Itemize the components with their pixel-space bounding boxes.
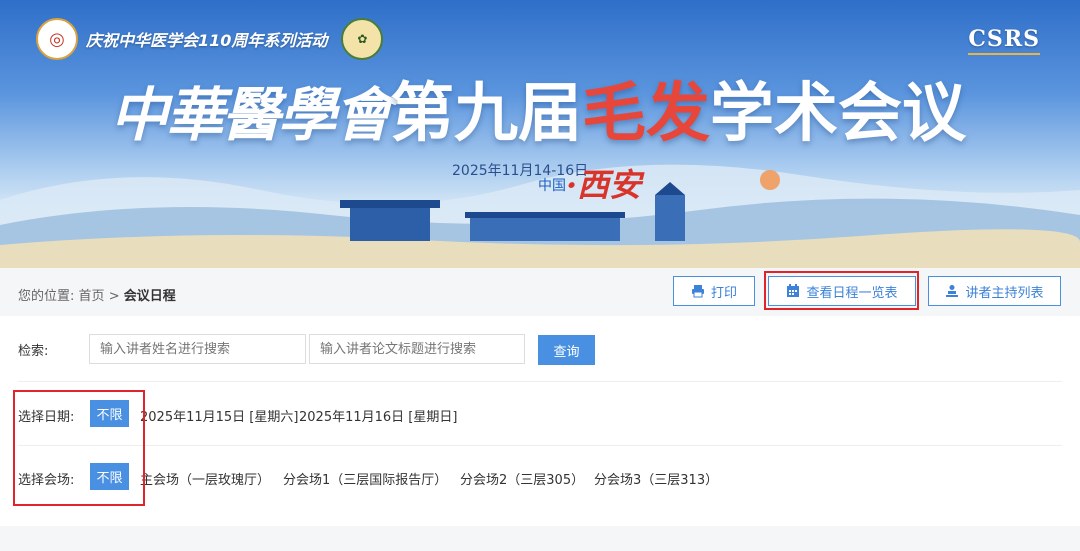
- venue-option[interactable]: 分会场3（三层313）: [594, 469, 718, 488]
- speaker-list-label: 讲者主持列表: [965, 285, 1044, 301]
- breadcrumb-current: 会议日程: [123, 289, 176, 304]
- schedule-overview-button[interactable]: 查看日程一览表: [768, 276, 916, 306]
- banner-main-title: 第九届毛发学术会议: [390, 62, 966, 154]
- speaker-icon: [945, 284, 959, 298]
- venue-option[interactable]: 主会场（一层玫瑰厅）: [140, 469, 270, 488]
- search-label: 检索:: [18, 344, 49, 359]
- breadcrumb-home[interactable]: 首页: [79, 289, 105, 304]
- breadcrumb-prefix: 您的位置:: [18, 289, 75, 304]
- location-prefix: 中国: [538, 178, 566, 194]
- divider: [18, 445, 1062, 446]
- breadcrumb: 您的位置: 首页 > 会议日程: [18, 285, 176, 304]
- venue-filter-label: 选择会场:: [18, 473, 75, 488]
- title-highlight: 毛发: [582, 77, 710, 151]
- banner-org-title: 中華醫學會: [110, 81, 392, 149]
- divider: [18, 381, 1062, 382]
- query-button[interactable]: 查询: [538, 335, 595, 365]
- schedule-overview-label: 查看日程一览表: [806, 285, 898, 301]
- breadcrumb-separator: >: [108, 289, 120, 304]
- calendar-icon: [786, 284, 800, 298]
- speaker-list-button[interactable]: 讲者主持列表: [928, 276, 1061, 306]
- date-filter-all[interactable]: 不限: [90, 400, 129, 427]
- title-search-input[interactable]: [309, 334, 525, 364]
- breadcrumb-bar: 您的位置: 首页 > 会议日程: [0, 268, 1080, 316]
- conference-banner: ◎ 庆祝中华医学会110周年系列活动 ✿ CSRS 中華醫學會 第九届毛发学术会…: [0, 0, 1080, 268]
- cma-logo: ◎: [36, 18, 78, 60]
- page-footer-area: [0, 526, 1080, 551]
- venue-option[interactable]: 分会场1（三层国际报告厅）: [283, 469, 447, 488]
- conference-city: ·西安: [566, 166, 642, 204]
- title-part-a: 第九届: [390, 77, 582, 151]
- date-filter-label: 选择日期:: [18, 410, 75, 425]
- date-option[interactable]: 2025年11月16日 [星期日]: [299, 406, 457, 425]
- print-button[interactable]: 打印: [673, 276, 755, 306]
- venue-option[interactable]: 分会场2（三层305）: [460, 469, 584, 488]
- venue-filter-all[interactable]: 不限: [90, 463, 129, 490]
- society-logo: ✿: [341, 18, 384, 60]
- csrs-logo: CSRS: [968, 26, 1040, 55]
- speaker-search-input[interactable]: [89, 334, 306, 364]
- printer-icon: [691, 284, 705, 298]
- print-label: 打印: [710, 285, 737, 301]
- date-option[interactable]: 2025年11月15日 [星期六]: [140, 406, 298, 425]
- anniversary-slogan: 庆祝中华医学会110周年系列活动: [86, 31, 328, 50]
- title-part-b: 学术会议: [710, 77, 966, 151]
